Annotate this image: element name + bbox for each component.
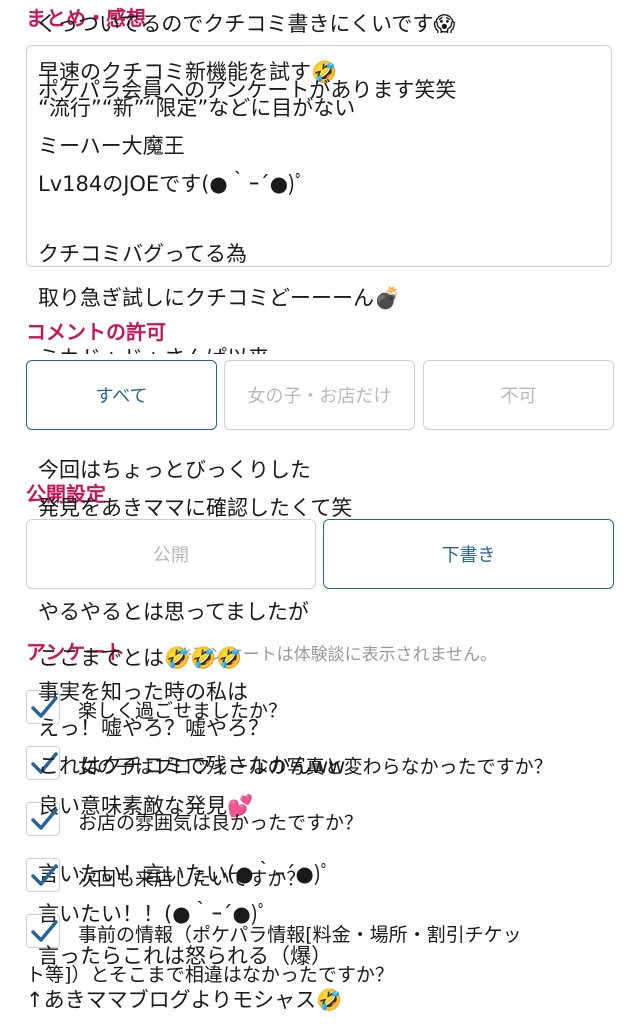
review-line: ここまでとは🤣🤣🤣 xyxy=(38,646,243,670)
review-line: えっ！嘘やろ？嘘やろ？ xyxy=(38,716,269,740)
survey-question-3: お店の雰囲気は良かったですか？ xyxy=(78,812,364,834)
survey-checkbox-3[interactable] xyxy=(26,802,60,836)
comment-option-none[interactable]: 不可 xyxy=(423,360,614,430)
checkmark-icon xyxy=(31,808,58,830)
review-line: 取り急ぎ試しにクチコミどーーーん💣 xyxy=(38,286,401,310)
comment-permission-heading: コメントの許可 xyxy=(26,320,166,344)
comment-option-girls-shops[interactable]: 女の子・お店だけ xyxy=(224,360,415,430)
survey-question-4: 次回も来店したいですか？ xyxy=(78,868,306,890)
review-line: クチコミバグってる為 xyxy=(38,242,247,266)
review-line: Lv184のJOEです(●｀ｰ´●)ﾟ xyxy=(38,172,306,196)
comment-option-all[interactable]: すべて xyxy=(26,360,217,430)
review-line: ミーハー大魔王 xyxy=(38,134,185,158)
review-line: 発見をあきママに確認したくて笑 xyxy=(38,496,353,520)
review-line: くっついてるのでクチコミ書きにくいです😱 xyxy=(36,12,456,36)
survey-checkbox-4[interactable] xyxy=(26,858,60,892)
survey-question-5-line2: ト等]）とそこまで相違はなかったですか？ xyxy=(26,964,394,986)
publish-option-public[interactable]: 公開 xyxy=(26,519,316,589)
review-line: “流行”“新”“限定”などに目がない xyxy=(38,96,356,120)
checkmark-icon xyxy=(31,864,58,886)
publish-option-draft[interactable]: 下書き xyxy=(323,519,614,589)
review-line: これはクチコミで残さなかんww xyxy=(38,754,346,778)
review-line: やるやるとは思ってましたが xyxy=(38,600,309,624)
review-line: ↑あきママブログよりモシャス🤣 xyxy=(26,988,343,1012)
